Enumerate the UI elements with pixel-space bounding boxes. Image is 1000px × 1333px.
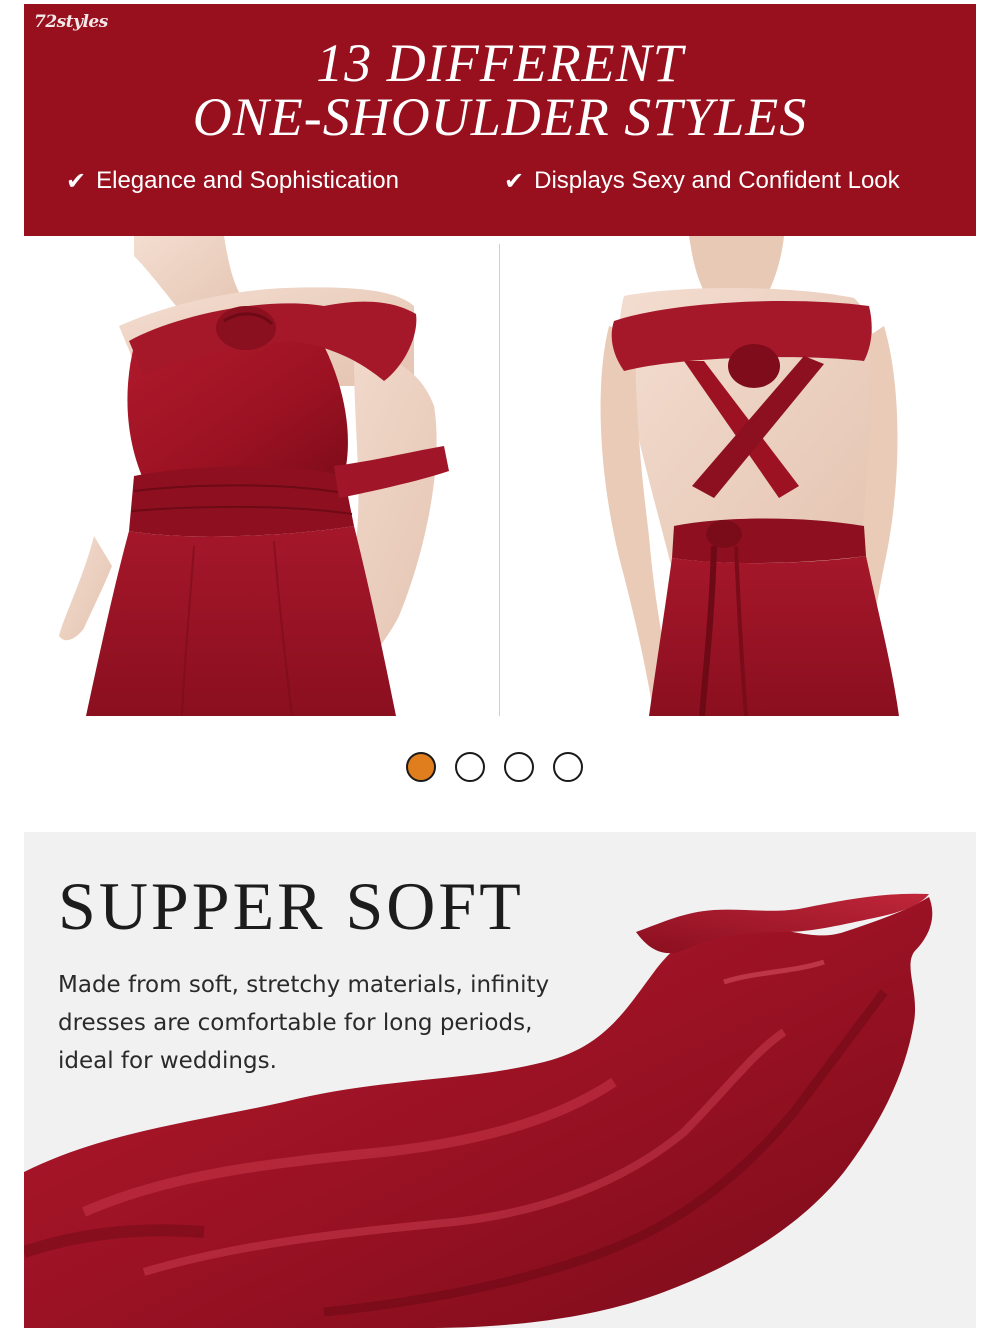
- product-banner-styles: 72styles 13 DIFFERENT ONE-SHOULDER STYLE…: [24, 4, 976, 716]
- feature-label: Displays Sexy and Confident Look: [534, 167, 900, 194]
- photo-divider: [499, 244, 500, 716]
- banner-title-line-1: 13 DIFFERENT: [316, 33, 684, 93]
- feature-label: Elegance and Sophistication: [96, 167, 399, 194]
- description-line: dresses are comfortable for long periods…: [58, 1010, 533, 1036]
- section-title: SUPPER SOFT: [58, 868, 524, 944]
- dress-photos: [59, 236, 899, 716]
- brand-logo: 72styles: [34, 12, 108, 32]
- carousel-dot-1[interactable]: [406, 752, 436, 782]
- feature-confident-look: ✔ Displays Sexy and Confident Look: [504, 167, 900, 195]
- description-line: ideal for weddings.: [58, 1048, 277, 1074]
- banner-header: 72styles 13 DIFFERENT ONE-SHOULDER STYLE…: [24, 4, 976, 236]
- description-line: Made from soft, stretchy materials, infi…: [58, 972, 550, 998]
- checkmark-icon: ✔: [504, 167, 525, 195]
- feature-elegance: ✔ Elegance and Sophistication: [66, 167, 399, 195]
- carousel-dot-2[interactable]: [455, 752, 485, 782]
- carousel-dot-3[interactable]: [504, 752, 534, 782]
- section-description: Made from soft, stretchy materials, infi…: [58, 966, 618, 1080]
- back-view-dress-photo: [600, 236, 899, 716]
- checkmark-icon: ✔: [66, 167, 87, 195]
- carousel-dot-4[interactable]: [553, 752, 583, 782]
- front-view-dress-photo: [59, 236, 449, 716]
- carousel-indicators: [406, 752, 606, 788]
- product-banner-soft: SUPPER SOFT Made from soft, stretchy mat…: [24, 832, 976, 1328]
- banner-title-line-2: ONE-SHOULDER STYLES: [192, 87, 808, 147]
